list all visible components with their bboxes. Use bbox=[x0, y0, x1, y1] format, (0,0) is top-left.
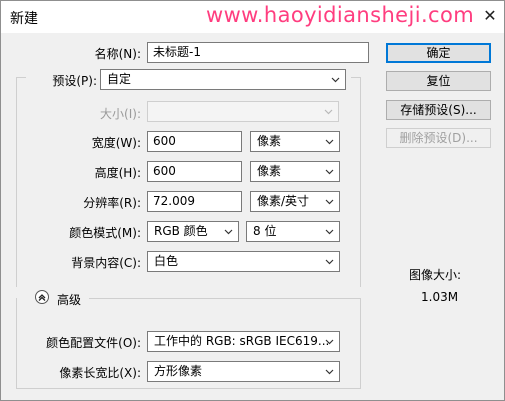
delete-preset-button: 删除预设(D)... bbox=[386, 128, 491, 148]
chevron-down-icon bbox=[324, 109, 333, 115]
watermark-text: www.haoyidiansheji.com bbox=[206, 3, 475, 27]
color-profile-select[interactable]: 工作中的 RGB: sRGB IEC619... bbox=[147, 331, 340, 352]
pixel-aspect-select[interactable]: 方形像素 bbox=[147, 361, 340, 382]
height-label: 高度(H): bbox=[94, 166, 141, 180]
height-input[interactable]: 600 bbox=[147, 161, 242, 182]
chevron-down-icon bbox=[331, 77, 340, 83]
resolution-unit-value: 像素/英寸 bbox=[257, 194, 310, 208]
color-profile-label: 颜色配置文件(O): bbox=[46, 336, 141, 350]
width-input[interactable]: 600 bbox=[147, 131, 242, 152]
width-unit-value: 像素 bbox=[257, 134, 282, 148]
preset-group-border-right bbox=[360, 77, 361, 287]
preset-group-border-left bbox=[16, 77, 17, 287]
resolution-label: 分辨率(R): bbox=[83, 196, 141, 210]
resolution-unit-select[interactable]: 像素/英寸 bbox=[250, 191, 340, 212]
width-label: 宽度(W): bbox=[91, 136, 141, 150]
preset-group-border-top-left bbox=[16, 77, 26, 78]
resolution-input[interactable]: 72.009 bbox=[147, 191, 242, 212]
chevron-down-icon bbox=[325, 369, 334, 375]
pixel-aspect-label: 像素长宽比(X): bbox=[59, 366, 141, 380]
advanced-label[interactable]: 高级 bbox=[57, 291, 81, 308]
pixel-aspect-value: 方形像素 bbox=[154, 364, 203, 378]
color-profile-value: 工作中的 RGB: sRGB IEC619... bbox=[154, 334, 330, 348]
advanced-separator bbox=[89, 298, 361, 299]
size-label: 大小(I): bbox=[100, 107, 141, 121]
color-mode-label: 颜色模式(M): bbox=[69, 226, 141, 240]
preset-select-value: 自定 bbox=[107, 72, 132, 86]
chevron-down-icon bbox=[325, 339, 334, 345]
chevron-down-icon bbox=[325, 169, 334, 175]
name-label: 名称(N): bbox=[94, 47, 141, 61]
chevron-down-icon bbox=[325, 229, 334, 235]
ok-button[interactable]: 确定 bbox=[386, 43, 491, 63]
color-mode-select[interactable]: RGB 颜色 bbox=[147, 221, 239, 242]
background-select[interactable]: 白色 bbox=[147, 251, 340, 272]
preset-label: 预设(P): bbox=[52, 74, 97, 88]
close-icon[interactable]: ✕ bbox=[479, 5, 501, 27]
preset-select[interactable]: 自定 bbox=[100, 69, 346, 90]
reset-button[interactable]: 复位 bbox=[386, 71, 491, 91]
image-size-label: 图像大小: bbox=[409, 268, 462, 282]
bit-depth-select[interactable]: 8 位 bbox=[246, 221, 340, 242]
background-label: 背景内容(C): bbox=[71, 256, 141, 270]
height-unit-select[interactable]: 像素 bbox=[250, 161, 340, 182]
chevron-down-icon bbox=[325, 139, 334, 145]
color-mode-value: RGB 颜色 bbox=[154, 224, 208, 238]
bit-depth-value: 8 位 bbox=[253, 224, 277, 238]
advanced-border-left bbox=[16, 298, 17, 388]
chevron-down-icon bbox=[325, 259, 334, 265]
new-document-dialog: 新建 www.haoyidiansheji.com ✕ 名称(N): 未标题-1… bbox=[0, 0, 505, 401]
size-select bbox=[147, 101, 339, 122]
dialog-title: 新建 bbox=[10, 11, 38, 27]
chevron-down-icon bbox=[325, 199, 334, 205]
image-size-value: 1.03M bbox=[421, 290, 459, 304]
width-unit-select[interactable]: 像素 bbox=[250, 131, 340, 152]
chevron-down-icon bbox=[224, 229, 233, 235]
name-input[interactable]: 未标题-1 bbox=[147, 42, 369, 63]
advanced-border-right bbox=[360, 298, 361, 388]
height-unit-value: 像素 bbox=[257, 164, 282, 178]
advanced-border-bottom bbox=[16, 388, 361, 389]
save-preset-button[interactable]: 存储预设(S)... bbox=[386, 100, 491, 120]
title-bar: 新建 www.haoyidiansheji.com ✕ bbox=[1, 1, 504, 33]
background-value: 白色 bbox=[154, 254, 179, 268]
chevron-up-icon[interactable] bbox=[35, 290, 49, 304]
